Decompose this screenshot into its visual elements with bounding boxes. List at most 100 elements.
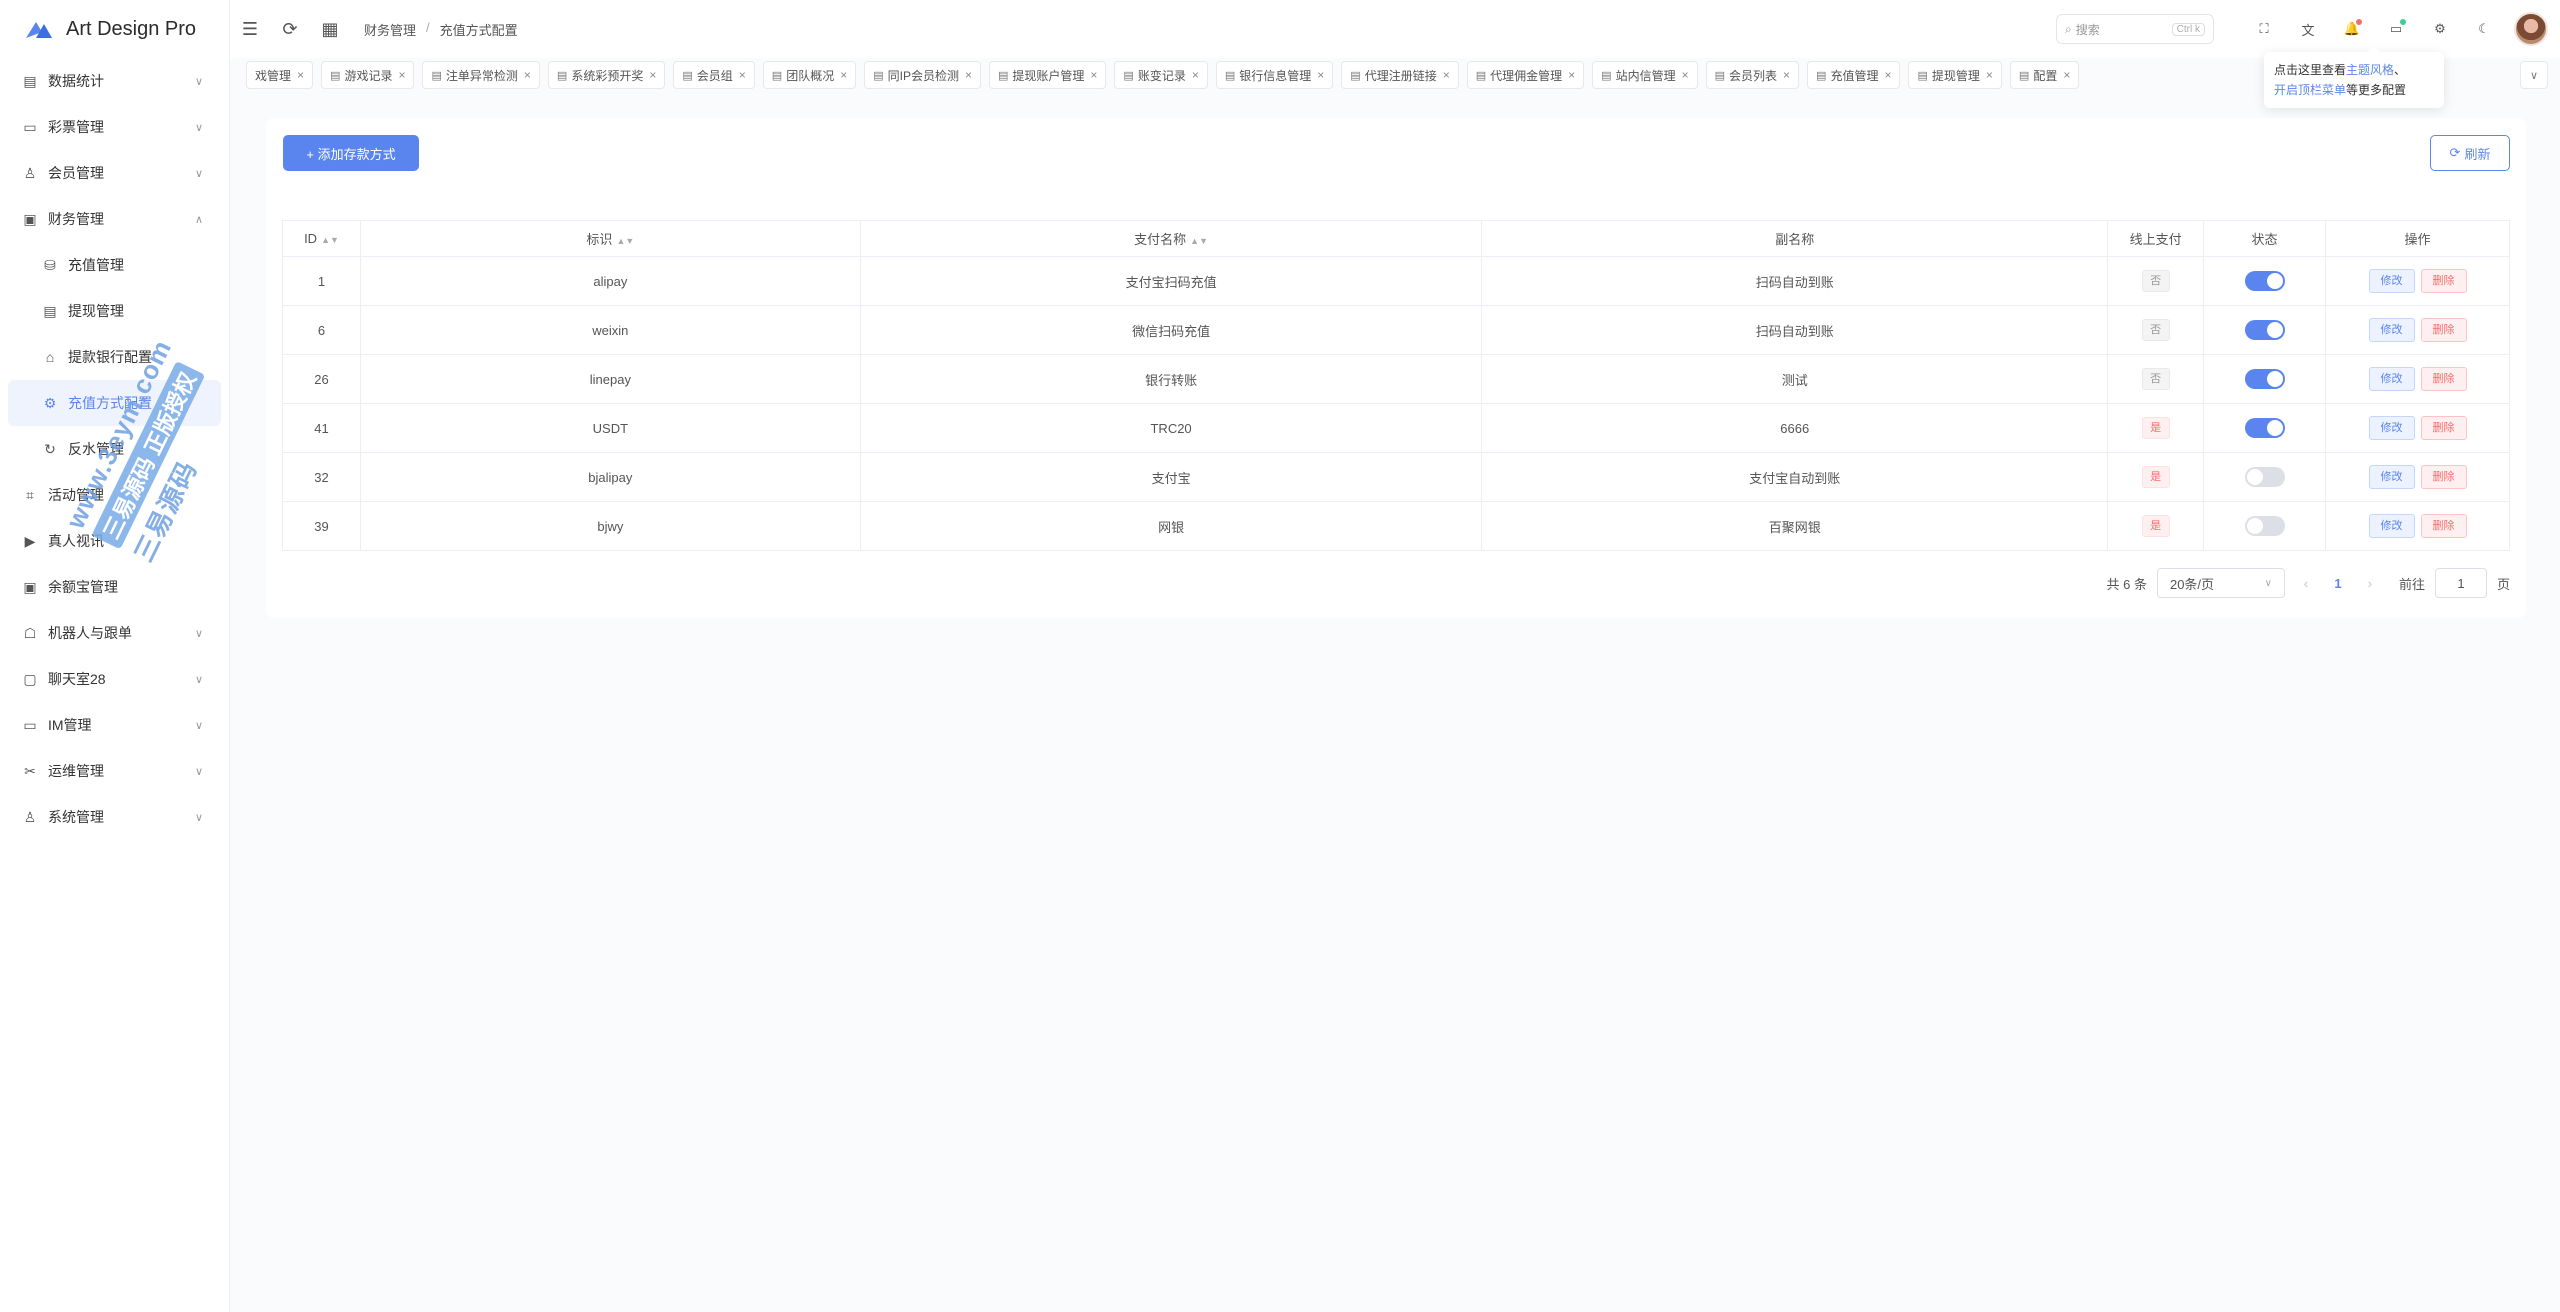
- close-icon[interactable]: ×: [1568, 68, 1575, 82]
- breadcrumb-item[interactable]: 财务管理: [364, 20, 416, 39]
- delete-button[interactable]: 删除: [2420, 416, 2467, 440]
- edit-button[interactable]: 修改: [2368, 514, 2415, 538]
- sidebar-item[interactable]: ⌂ 提款银行配置: [0, 334, 229, 380]
- prev-page-icon[interactable]: ‹: [2295, 576, 2317, 591]
- close-icon[interactable]: ×: [1986, 68, 1993, 82]
- sidebar-item[interactable]: ☖ 机器人与跟单 ∨: [0, 610, 229, 656]
- sidebar-item-label: 提款银行配置: [68, 349, 152, 365]
- tab[interactable]: ▤ 代理注册链接 ×: [1341, 61, 1459, 89]
- tab[interactable]: ▤ 银行信息管理 ×: [1215, 61, 1334, 89]
- bell-icon[interactable]: 🔔: [2332, 9, 2372, 49]
- sidebar-item[interactable]: ♙ 会员管理 ∨: [0, 150, 229, 196]
- tab[interactable]: ▤ 团队概况 ×: [762, 61, 857, 89]
- tab[interactable]: ▤ 系统彩预开奖 ×: [547, 61, 666, 89]
- sidebar-item[interactable]: ▣ 余额宝管理: [0, 564, 229, 610]
- close-icon[interactable]: ×: [1783, 68, 1790, 82]
- column-header-id[interactable]: ID ▲▼: [282, 220, 361, 257]
- sidebar-item[interactable]: ▭ IM管理 ∨: [0, 702, 229, 748]
- close-icon[interactable]: ×: [1682, 68, 1689, 82]
- tab-label: 站内信管理: [1615, 68, 1676, 83]
- column-header-code[interactable]: 标识 ▲▼: [360, 220, 861, 257]
- tooltip-link-theme[interactable]: 主题风格: [2346, 63, 2394, 77]
- sidebar-item[interactable]: ↻ 反水管理: [0, 426, 229, 472]
- delete-button[interactable]: 删除: [2420, 465, 2467, 489]
- status-toggle[interactable]: [2244, 467, 2285, 487]
- tab[interactable]: 戏管理 ×: [246, 61, 314, 89]
- close-icon[interactable]: ×: [297, 68, 304, 82]
- logo[interactable]: Art Design Pro: [0, 0, 229, 58]
- sidebar-item[interactable]: ⛁ 充值管理: [0, 242, 229, 288]
- tab[interactable]: ▤ 游戏记录 ×: [321, 61, 415, 89]
- close-icon[interactable]: ×: [965, 68, 972, 82]
- delete-button[interactable]: 删除: [2420, 514, 2467, 538]
- tab[interactable]: ▤ 提现管理 ×: [1908, 61, 2002, 89]
- goto-page-input[interactable]: 1: [2434, 568, 2487, 598]
- sidebar-item[interactable]: ▣ 财务管理 ∧: [0, 196, 229, 242]
- delete-button[interactable]: 删除: [2420, 318, 2467, 342]
- status-toggle[interactable]: [2244, 320, 2285, 340]
- close-icon[interactable]: ×: [1317, 68, 1324, 82]
- delete-button[interactable]: 删除: [2420, 269, 2467, 293]
- close-icon[interactable]: ×: [1090, 68, 1097, 82]
- tab[interactable]: ▤ 账变记录 ×: [1114, 61, 1208, 89]
- sort-icon[interactable]: ▲▼: [321, 235, 339, 245]
- menu-collapse-icon[interactable]: ☰: [230, 9, 270, 49]
- status-toggle[interactable]: [2244, 516, 2285, 536]
- close-icon[interactable]: ×: [1192, 68, 1199, 82]
- moon-icon[interactable]: ☾: [2464, 9, 2504, 49]
- sidebar-item[interactable]: ✂ 运维管理 ∨: [0, 748, 229, 794]
- tab[interactable]: ▤ 充值管理 ×: [1807, 61, 1901, 89]
- add-deposit-method-button[interactable]: + 添加存款方式: [283, 135, 419, 171]
- close-icon[interactable]: ×: [840, 68, 847, 82]
- tab[interactable]: ▤ 配置 ×: [2009, 61, 2080, 89]
- status-toggle[interactable]: [2244, 271, 2285, 291]
- close-icon[interactable]: ×: [1884, 68, 1891, 82]
- sidebar-item[interactable]: ⚙ 充值方式配置: [8, 380, 221, 426]
- page-size-select[interactable]: 20条/页 ∨: [2156, 568, 2285, 598]
- sidebar-item[interactable]: ▢ 聊天室28 ∨: [0, 656, 229, 702]
- fullscreen-icon[interactable]: ⛶: [2244, 9, 2284, 49]
- tab[interactable]: ▤ 会员组 ×: [673, 61, 755, 89]
- close-icon[interactable]: ×: [739, 68, 746, 82]
- close-icon[interactable]: ×: [2063, 68, 2070, 82]
- delete-button[interactable]: 删除: [2420, 367, 2467, 391]
- close-icon[interactable]: ×: [649, 68, 656, 82]
- sidebar-item[interactable]: ▤ 提现管理: [0, 288, 229, 334]
- sidebar-item[interactable]: ▭ 彩票管理 ∨: [0, 104, 229, 150]
- edit-button[interactable]: 修改: [2368, 465, 2415, 489]
- tab[interactable]: ▤ 注单异常检测 ×: [422, 61, 540, 89]
- edit-button[interactable]: 修改: [2368, 318, 2415, 342]
- gear-icon[interactable]: ⚙: [2420, 9, 2460, 49]
- edit-button[interactable]: 修改: [2368, 269, 2415, 293]
- refresh-button[interactable]: ⟳ 刷新: [2430, 135, 2510, 171]
- page-number[interactable]: 1: [2327, 576, 2349, 591]
- sidebar-item[interactable]: ▶ 真人视讯: [0, 518, 229, 564]
- search-input[interactable]: ⌕ 搜索 Ctrl k: [2056, 14, 2214, 44]
- column-header-name[interactable]: 支付名称 ▲▼: [860, 220, 1483, 257]
- tab[interactable]: ▤ 同IP会员检测 ×: [864, 61, 981, 89]
- edit-button[interactable]: 修改: [2368, 367, 2415, 391]
- refresh-icon[interactable]: ⟳: [270, 9, 310, 49]
- grid-icon[interactable]: ▦: [310, 9, 350, 49]
- chat-icon[interactable]: ▭: [2376, 9, 2416, 49]
- edit-button[interactable]: 修改: [2368, 416, 2415, 440]
- tab[interactable]: ▤ 提现账户管理 ×: [988, 61, 1107, 89]
- status-toggle[interactable]: [2244, 369, 2285, 389]
- sidebar-item[interactable]: ⌗ 活动管理: [0, 472, 229, 518]
- avatar[interactable]: [2514, 12, 2548, 46]
- close-icon[interactable]: ×: [524, 68, 531, 82]
- sort-icon[interactable]: ▲▼: [616, 236, 634, 246]
- sort-icon[interactable]: ▲▼: [1190, 236, 1208, 246]
- translate-icon[interactable]: 文: [2288, 9, 2328, 49]
- tab[interactable]: ▤ 会员列表 ×: [1705, 61, 1800, 89]
- status-toggle[interactable]: [2244, 418, 2285, 438]
- sidebar-item[interactable]: ▤ 数据统计 ∨: [0, 58, 229, 104]
- close-icon[interactable]: ×: [1443, 68, 1450, 82]
- close-icon[interactable]: ×: [398, 68, 405, 82]
- chevron-down-icon[interactable]: ∨: [2520, 61, 2548, 89]
- next-page-icon[interactable]: ›: [2359, 576, 2381, 591]
- tooltip-link-topbar[interactable]: 开启顶栏菜单: [2274, 83, 2346, 97]
- tab[interactable]: ▤ 站内信管理 ×: [1592, 61, 1698, 89]
- tab[interactable]: ▤ 代理佣金管理 ×: [1466, 61, 1585, 89]
- sidebar-item[interactable]: ♙ 系统管理 ∨: [0, 794, 229, 840]
